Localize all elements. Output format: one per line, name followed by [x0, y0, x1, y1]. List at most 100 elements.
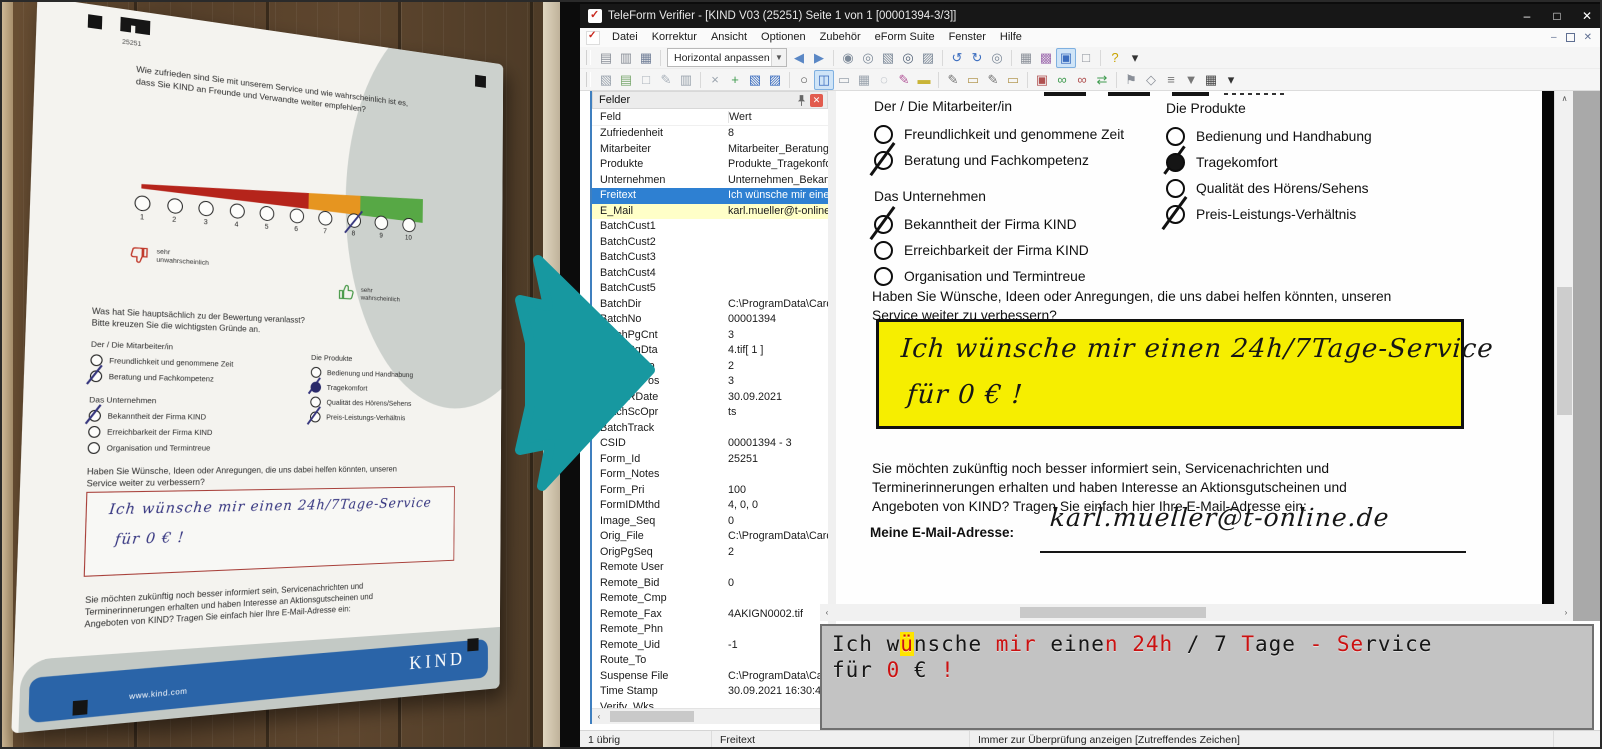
radio-icon[interactable]	[309, 411, 321, 423]
scrollbar-thumb[interactable]	[610, 711, 694, 722]
help-icon[interactable]: ?	[1105, 48, 1125, 68]
scale-option-3[interactable]: 3	[198, 200, 214, 226]
radio-icon[interactable]	[874, 150, 893, 170]
pages-icon[interactable]: ▨	[918, 48, 938, 68]
menu-fenster[interactable]: Fenster	[942, 28, 993, 47]
scale-circle[interactable]	[346, 212, 361, 229]
chevron-down-icon[interactable]: ▼	[771, 49, 786, 66]
monitor-view-icon[interactable]: □	[1076, 48, 1096, 68]
tile-view-icon[interactable]: ▦	[1016, 48, 1036, 68]
radio-option[interactable]: Tragekomfort	[1166, 149, 1372, 175]
scale-circle[interactable]	[318, 210, 333, 227]
hierarchy-icon[interactable]: ≡	[1161, 70, 1181, 90]
field-row-zufriedenheit[interactable]: Zufriedenheit 8	[592, 126, 828, 142]
scroll-left-icon[interactable]: ‹	[820, 608, 834, 617]
radio-option[interactable]: Qualität des Hörens/Sehens	[310, 395, 413, 411]
field-row-batchcust1[interactable]: BatchCust1	[592, 219, 828, 235]
radio-option[interactable]: Erreichbarkeit der Firma KIND	[88, 424, 213, 440]
print-icon[interactable]: ▥	[616, 48, 636, 68]
radio-icon[interactable]	[87, 442, 101, 454]
rotate-right-icon[interactable]: ↻	[967, 48, 987, 68]
zoom-doc-icon[interactable]: ◎	[898, 48, 918, 68]
form-export-icon[interactable]: ▧	[596, 70, 616, 90]
sync-icon[interactable]: ⇄	[1092, 70, 1112, 90]
flag-icon[interactable]: ⚑	[1121, 70, 1141, 90]
radio-icon[interactable]	[874, 240, 893, 260]
field-row-mitarbeiter[interactable]: Mitarbeiter Mitarbeiter_Beratung	[592, 142, 828, 158]
field-row-route-to[interactable]: Route_To	[592, 653, 828, 669]
toolbar2-overflow-icon[interactable]: ▾	[1221, 70, 1241, 90]
save-icon[interactable]: ▤	[596, 48, 616, 68]
scale-option-6[interactable]: 6	[289, 207, 304, 234]
scale-option-1[interactable]: 1	[134, 194, 151, 222]
scale-circle[interactable]	[134, 194, 151, 212]
field-row-remote-phn[interactable]: Remote_Phn	[592, 622, 828, 638]
minimize-button[interactable]: –	[1512, 4, 1542, 28]
radio-icon[interactable]	[1166, 178, 1185, 198]
scale-option-7[interactable]: 7	[318, 210, 333, 235]
split-view-icon[interactable]: ◫	[814, 69, 834, 90]
tile-color-view-icon[interactable]: ▩	[1036, 48, 1056, 68]
radio-icon[interactable]	[89, 370, 103, 383]
field-row-produkte[interactable]: Produkte Produkte_Tragekonfort Produkte_P…	[592, 157, 828, 173]
ocr-grid-icon[interactable]: ▦	[1201, 70, 1221, 90]
radio-option[interactable]: Bedienung und Handhabung	[1166, 123, 1372, 149]
field-row-remote-bid[interactable]: Remote_Bid 0	[592, 576, 828, 592]
scale-option-4[interactable]: 4	[229, 202, 245, 229]
scroll-right-icon[interactable]: ›	[1559, 608, 1573, 617]
column-header-wert[interactable]: Wert	[729, 111, 828, 123]
blank-page-icon[interactable]: □	[636, 70, 656, 90]
link-green-icon[interactable]: ∞	[1052, 70, 1072, 90]
radio-icon[interactable]	[874, 214, 893, 234]
menu-optionen[interactable]: Optionen	[754, 28, 813, 47]
radio-option[interactable]: Organisation und Termintreue	[874, 263, 1089, 289]
print-export-icon[interactable]: ▦	[636, 48, 656, 68]
ocr-active-char[interactable]: ü	[900, 632, 914, 656]
menu-zubehör[interactable]: Zubehör	[813, 28, 868, 47]
pen-highlight-icon[interactable]: ✎	[894, 70, 914, 90]
zoom-field-icon[interactable]: ◎	[858, 48, 878, 68]
prev-page-icon[interactable]: ◀	[789, 48, 809, 68]
scale-circle[interactable]	[259, 205, 275, 222]
field-row-time-stamp[interactable]: Time Stamp 30.09.2021 16:30:42	[592, 684, 828, 700]
stamp-icon[interactable]: ◉	[838, 48, 858, 68]
scale-circle[interactable]	[374, 215, 389, 231]
panel-close-icon[interactable]: ✕	[810, 93, 823, 107]
felder-horizontal-scrollbar[interactable]: ‹ ›	[592, 708, 828, 724]
scale-option-2[interactable]: 2	[166, 197, 183, 225]
move-icon[interactable]: +	[725, 70, 745, 90]
mdi-close-button[interactable]: ✕	[1584, 32, 1592, 43]
rotate-left-icon[interactable]: ↺	[947, 48, 967, 68]
form-horizontal-scrollbar[interactable]: ‹ ›	[820, 604, 1573, 621]
next-page-icon[interactable]: ▶	[809, 48, 829, 68]
pin-icon[interactable]	[797, 94, 806, 107]
zoom-mode-dropdown[interactable]: Horizontal anpassen ▼	[667, 48, 787, 67]
pages-link-icon[interactable]: ▥	[676, 70, 696, 90]
field-row-freitext[interactable]: Freitext Ich wünsche mir einen 24h / 7 Ta…	[592, 188, 828, 204]
close-button[interactable]: ✕	[1572, 4, 1600, 28]
scale-option-8[interactable]: 8	[346, 212, 361, 238]
menu-eform-suite[interactable]: eForm Suite	[868, 28, 942, 47]
radio-option[interactable]: Beratung und Fachkompetenz	[874, 147, 1124, 173]
ocr-verify-panel[interactable]: Ich wünsche mir einen 24h / 7 Tage - Ser…	[820, 624, 1594, 730]
attach-icon[interactable]: ✎	[656, 70, 676, 90]
radio-option[interactable]: Erreichbarkeit der Firma KIND	[874, 237, 1089, 263]
form-vertical-scrollbar[interactable]: ∧ ∨	[1554, 91, 1574, 621]
menu-hilfe[interactable]: Hilfe	[993, 28, 1029, 47]
radio-option[interactable]: Freundlichkeit und genommene Zeit	[874, 121, 1124, 147]
open-folder2-icon[interactable]: ▭	[1003, 70, 1023, 90]
scale-option-9[interactable]: 9	[374, 215, 389, 240]
image-icon[interactable]: ▣	[1032, 70, 1052, 90]
filter-icon[interactable]: ▼	[1181, 70, 1201, 90]
zoom-select-icon[interactable]: ▧	[878, 48, 898, 68]
field-row-unternehmen[interactable]: Unternehmen Unternehmen_Bekanntheit	[592, 173, 828, 189]
field-row-e-mail[interactable]: E_Mail karl.mueller@t-online.de	[592, 203, 828, 219]
field-row-remote-cmp[interactable]: Remote_Cmp	[592, 591, 828, 607]
highlighted-comment-field[interactable]: Ich wünsche mir einen 24h/7Tage-Service …	[876, 319, 1495, 429]
scale-option-5[interactable]: 5	[259, 205, 275, 231]
verify-view-icon[interactable]: ▣	[1056, 47, 1076, 68]
field-row-image-seq[interactable]: Image_Seq 0	[592, 514, 828, 530]
radio-option[interactable]: Preis-Leistungs-Verhältnis	[309, 409, 413, 425]
zoom-out-icon[interactable]: ◎	[987, 48, 1007, 68]
save-batch-icon[interactable]: ▦	[854, 70, 874, 90]
